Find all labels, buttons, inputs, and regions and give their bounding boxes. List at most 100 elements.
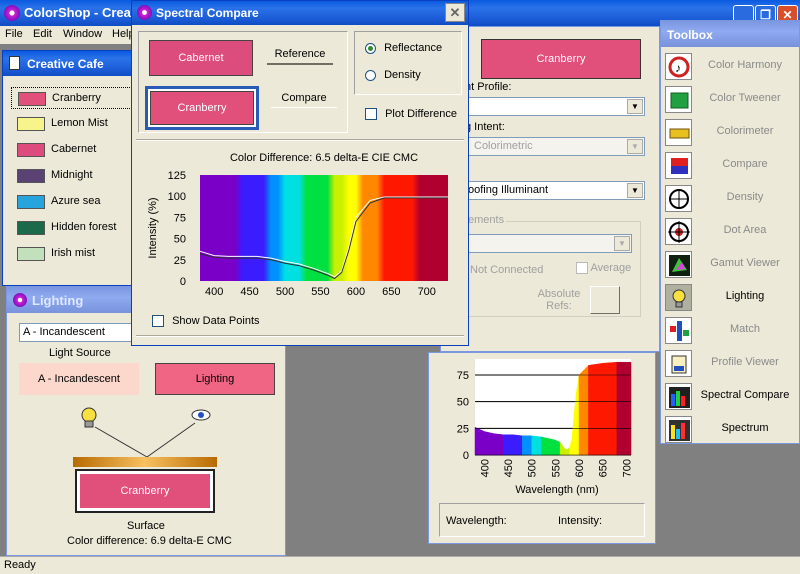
spectrum-area-segment xyxy=(564,448,568,456)
spectrum-area-segment xyxy=(576,374,580,456)
spectrum-window: 0 25 50 75 400 450 500 550 600 650 700 Wavelength (… xyxy=(428,352,656,544)
y-tick-label: 50 xyxy=(174,234,186,246)
toolbox-item-colorimeter[interactable]: Colorimeter xyxy=(663,117,799,148)
lighting-button-label: Lighting xyxy=(195,373,235,385)
swatch-item-lemon-mist[interactable]: Lemon Mist xyxy=(11,113,136,135)
plot-difference-check[interactable] xyxy=(365,108,377,121)
average-checkbox[interactable]: Average xyxy=(576,262,632,275)
spectrum-area-segment xyxy=(484,431,495,456)
swatch-item-cabernet[interactable]: Cabernet xyxy=(11,139,136,161)
average-check[interactable] xyxy=(576,262,588,275)
document-icon xyxy=(9,56,20,70)
creative-cafe-title: Creative Cafe xyxy=(27,57,104,71)
plot-difference-checkbox[interactable]: Plot Difference xyxy=(365,108,458,121)
toolbox-item-compare[interactable]: Compare xyxy=(663,150,799,181)
y-tick-label: 100 xyxy=(168,191,186,203)
chart-separator xyxy=(136,139,464,141)
menu-file[interactable]: File xyxy=(5,28,23,40)
reflectance-radio[interactable]: Reflectance xyxy=(365,42,442,54)
spectrum-readout: Wavelength: Intensity: xyxy=(439,503,645,537)
plot-difference-label: Plot Difference xyxy=(385,108,458,120)
spectrum-area-segment xyxy=(522,435,532,456)
lighting-title: Lighting xyxy=(32,293,84,308)
swatch-item-azure-sea[interactable]: Azure sea xyxy=(11,191,136,213)
show-data-points-check[interactable] xyxy=(152,315,164,328)
light-source-select[interactable]: A - Incandescent xyxy=(19,323,139,342)
toolbox-item-spectrum[interactable]: Spectrum xyxy=(663,414,799,445)
app-logo-icon xyxy=(4,5,20,21)
reference-swatch[interactable]: Cabernet xyxy=(149,40,253,76)
density-radio[interactable]: Density xyxy=(365,69,421,81)
absolute-refs-button[interactable] xyxy=(590,286,620,314)
show-data-points-checkbox[interactable]: Show Data Points xyxy=(152,315,260,328)
illuminant-value: oofing Illuminant xyxy=(468,184,549,196)
chevron-down-icon: ▼ xyxy=(627,139,643,154)
toolbox-item-dot-area[interactable]: Dot Area xyxy=(663,216,799,247)
menu-window[interactable]: Window xyxy=(63,28,102,40)
device-select[interactable]: ▼ xyxy=(468,234,632,253)
spectrum-area-segment xyxy=(503,434,514,456)
y-tick-label: 25 xyxy=(457,423,469,435)
spectral-compare-chart: Color Difference: 6.5 delta-E CIE CMC 0 25… xyxy=(147,152,448,298)
toolbox-item-spectral-compare[interactable]: Spectral Compare xyxy=(663,381,799,412)
toolbox-item-density[interactable]: Density xyxy=(663,183,799,214)
compare-swatch[interactable]: Cranberry xyxy=(145,86,259,130)
compare-icon[interactable] xyxy=(665,152,692,179)
status-bar: Ready xyxy=(0,556,800,574)
spectral-compare-icon[interactable] xyxy=(665,383,692,410)
x-tick-label: 600 xyxy=(574,459,586,477)
swatch-item-cranberry[interactable]: Cranberry xyxy=(11,87,136,109)
lighting-button[interactable]: Lighting xyxy=(155,363,275,395)
profile-viewer-icon[interactable] xyxy=(665,350,692,377)
toolbox-item-color-tweener[interactable]: Color Tweener xyxy=(663,84,799,115)
color-harmony-icon[interactable]: ♪ xyxy=(665,53,692,80)
spectrum-icon[interactable] xyxy=(665,416,692,443)
spectrum-background xyxy=(200,175,448,281)
gamut-viewer-icon[interactable] xyxy=(665,251,692,278)
toolbox-item-color-harmony[interactable]: ♪ Color Harmony xyxy=(663,51,799,82)
intent-select[interactable]: Colorimetric ▼ xyxy=(467,137,645,156)
match-icon[interactable] xyxy=(665,317,692,344)
light-source-button-label: A - Incandescent xyxy=(38,373,120,385)
swatch-item-midnight[interactable]: Midnight xyxy=(11,165,136,187)
swatch-name: Hidden forest xyxy=(51,221,117,233)
profile-window: Cranberry nt Profile: ▼ g Intent: Colori… xyxy=(440,26,660,352)
surface-button[interactable]: Cranberry xyxy=(75,469,215,513)
x-tick-label: 500 xyxy=(276,286,294,298)
x-tick-label: 400 xyxy=(205,286,223,298)
swatch-name: Midnight xyxy=(51,169,93,181)
reflectance-radio-dot[interactable] xyxy=(365,42,376,54)
mode-group: Reflectance Density xyxy=(354,31,462,95)
light-source-button[interactable]: A - Incandescent xyxy=(19,363,139,395)
light-source-label: Light Source xyxy=(49,347,111,359)
swatch-item-hidden-forest[interactable]: Hidden forest xyxy=(11,217,136,239)
toolbox-item-match[interactable]: Match xyxy=(663,315,799,346)
average-label: Average xyxy=(590,262,632,274)
svg-text:♪: ♪ xyxy=(675,61,681,75)
toolbox-item-lighting[interactable]: Lighting xyxy=(663,282,799,313)
spectral-compare-close-button[interactable]: ✕ xyxy=(445,3,465,22)
toolbox-item-gamut-viewer[interactable]: Gamut Viewer xyxy=(663,249,799,280)
y-tick-label: 75 xyxy=(457,370,469,382)
spectrum-area-segment xyxy=(616,361,627,456)
toolbox-item-label: Gamut Viewer xyxy=(710,257,780,269)
illuminant-select[interactable]: oofing Illuminant ▼ xyxy=(467,181,645,200)
swatch-item-irish-mist[interactable]: Irish mist xyxy=(11,243,136,265)
creative-cafe-window: Creative Cafe Cranberry Lemon Mist Caber… xyxy=(2,50,137,286)
toolbox-item-profile-viewer[interactable]: Profile Viewer xyxy=(663,348,799,379)
app-title: ColorShop - Creat xyxy=(24,5,136,20)
color-tweener-icon[interactable] xyxy=(665,86,692,113)
spectrum-area-segment xyxy=(550,438,556,456)
chevron-down-icon: ▼ xyxy=(627,99,643,114)
dot-area-icon[interactable] xyxy=(665,218,692,245)
profile-swatch-button[interactable]: Cranberry xyxy=(481,39,641,79)
x-tick-label: 500 xyxy=(527,459,539,477)
spectrum-area-segment xyxy=(531,435,542,456)
colorimeter-icon[interactable] xyxy=(665,119,692,146)
density-icon[interactable] xyxy=(665,185,692,212)
menu-edit[interactable]: Edit xyxy=(33,28,52,40)
profile-select[interactable]: ▼ xyxy=(467,97,645,116)
chevron-down-icon: ▼ xyxy=(627,183,643,198)
lighting-icon[interactable] xyxy=(665,284,692,311)
density-radio-dot[interactable] xyxy=(365,69,376,81)
